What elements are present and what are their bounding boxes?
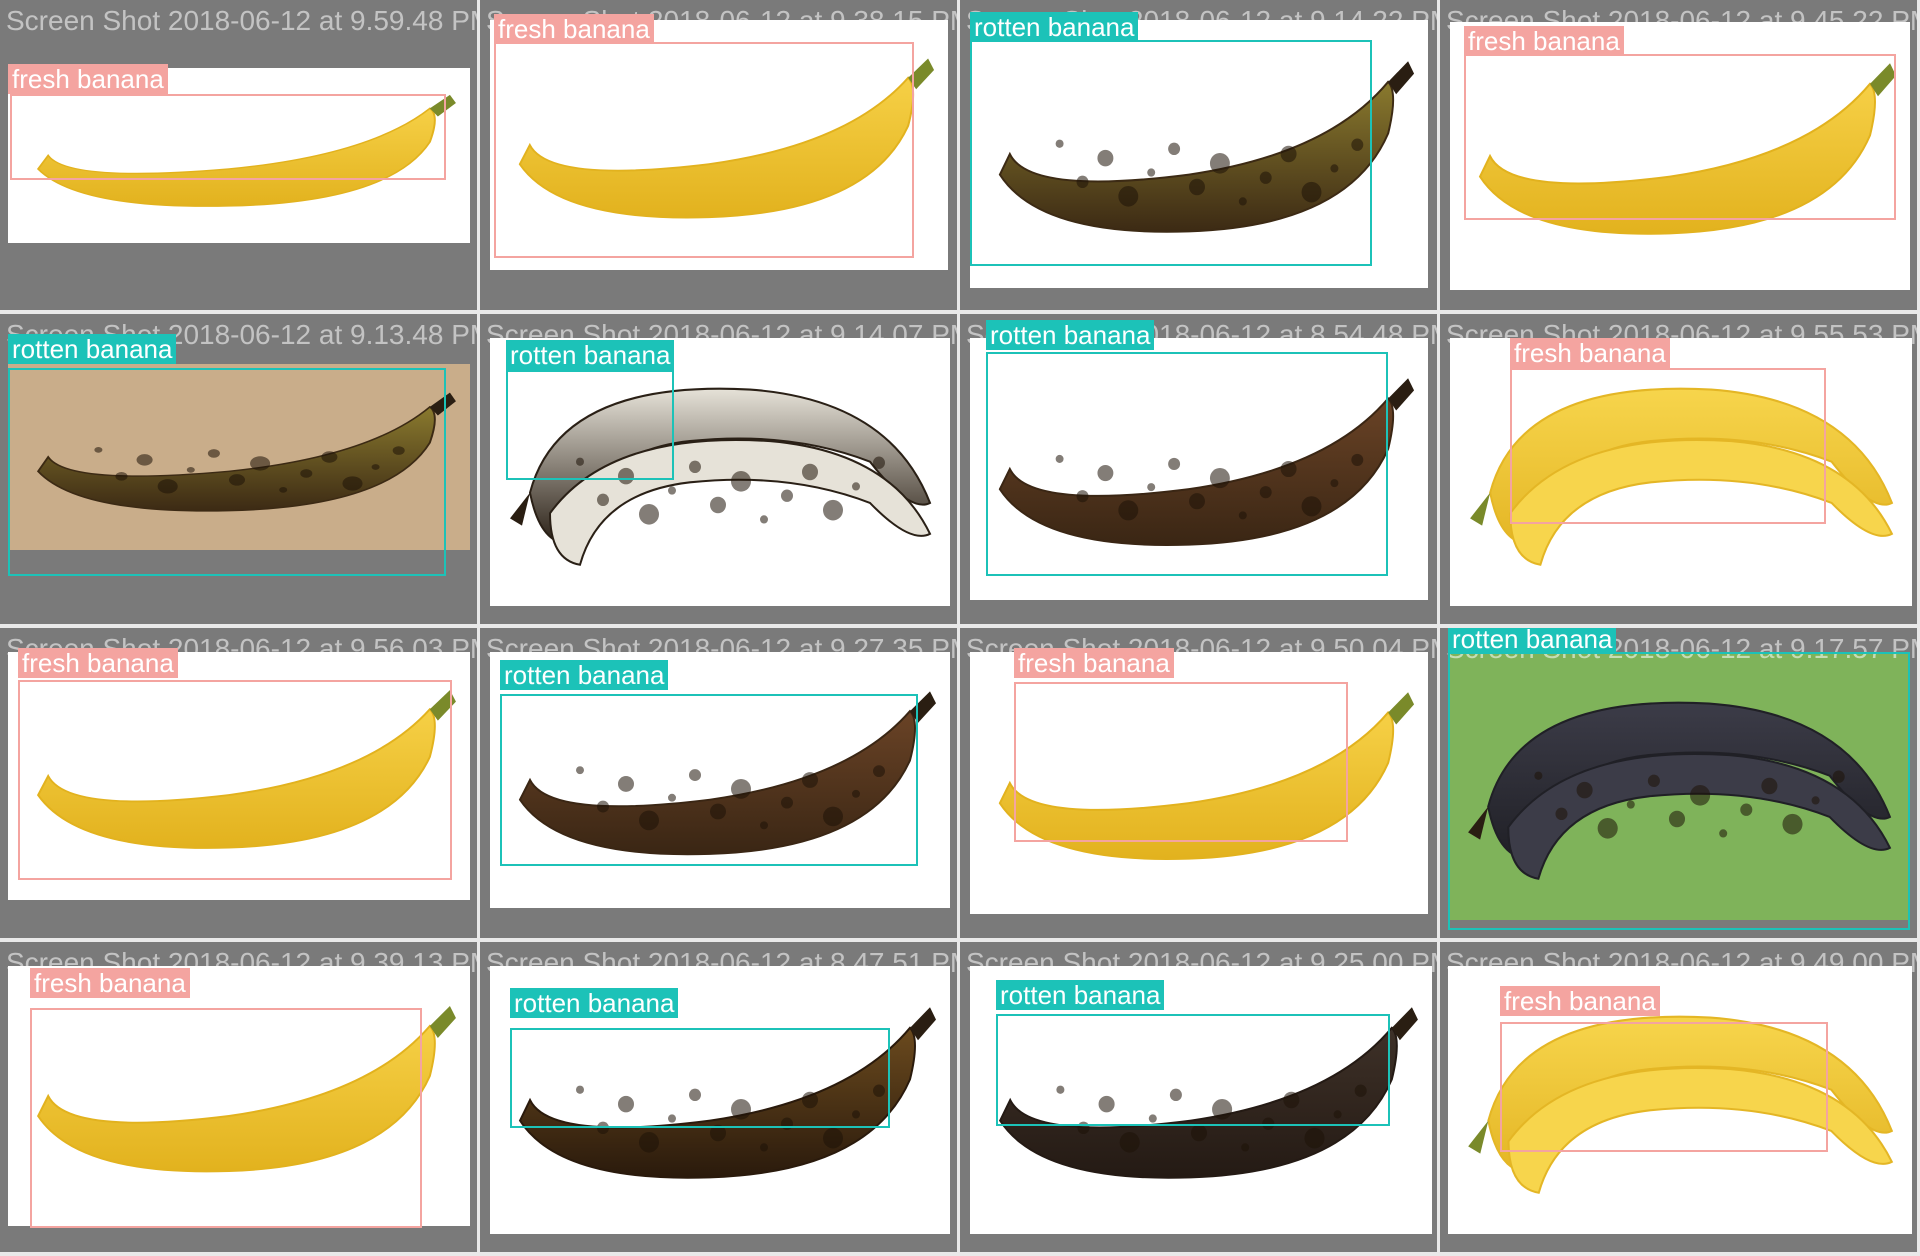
mosaic-tile: Screen Shot 2018-06-12 at 9.14.22 PM.png…: [960, 0, 1437, 310]
mosaic-tile: Screen Shot 2018-06-12 at 9.59.48 PM.png…: [0, 0, 477, 310]
mosaic-tile: Screen Shot 2018-06-12 at 9.56.03 PM.png…: [0, 628, 477, 938]
banana-spot: [781, 489, 793, 502]
detection-label: fresh banana: [1014, 648, 1174, 678]
detection-box: [1464, 54, 1896, 220]
banana-spot: [802, 463, 818, 481]
banana-spot: [760, 1143, 768, 1152]
detection-box: [996, 1014, 1390, 1126]
detection-label: fresh banana: [1464, 26, 1624, 56]
mosaic-tile: Screen Shot 2018-06-12 at 9.50.04 PM.png…: [960, 628, 1437, 938]
detection-label: rotten banana: [506, 340, 675, 370]
detection-label: fresh banana: [30, 968, 190, 998]
detection-box: [494, 42, 914, 258]
detection-box: [506, 370, 674, 480]
banana-spot: [710, 496, 726, 514]
detection-label: rotten banana: [970, 12, 1139, 42]
mosaic-tile: Screen Shot 2018-06-12 at 9.49.00 PM.png…: [1440, 942, 1917, 1252]
banana-spot: [668, 486, 676, 495]
detection-box: [30, 1008, 422, 1228]
detection-box: [1014, 682, 1348, 842]
detection-label: rotten banana: [8, 334, 177, 364]
banana-spot: [823, 499, 843, 521]
detection-box: [500, 694, 918, 866]
detection-box: [1510, 368, 1826, 524]
banana-spot: [639, 503, 659, 525]
mosaic-tile: Screen Shot 2018-06-12 at 9.17.57 PM.png…: [1440, 628, 1917, 938]
detection-box: [1448, 652, 1910, 930]
detection-box: [8, 368, 446, 576]
detection-label: fresh banana: [1500, 986, 1660, 1016]
mosaic-tile: Screen Shot 2018-06-12 at 8.54.48 PM.png…: [960, 314, 1437, 624]
banana-spot: [852, 482, 860, 491]
detection-label: rotten banana: [1448, 628, 1617, 654]
banana-stem: [510, 492, 530, 526]
mosaic-tile: Screen Shot 2018-06-12 at 9.45.22 PM.png…: [1440, 0, 1917, 310]
detection-box: [986, 352, 1388, 576]
banana-spot: [760, 515, 768, 524]
detection-label: fresh banana: [18, 648, 178, 678]
banana-spot: [689, 460, 701, 474]
detection-mosaic: Screen Shot 2018-06-12 at 9.59.48 PM.png…: [0, 0, 1920, 1256]
detection-label: fresh banana: [494, 14, 654, 44]
detection-label: rotten banana: [510, 988, 679, 1018]
mosaic-tile: Screen Shot 2018-06-12 at 9.27.35 PM.png…: [480, 628, 957, 938]
banana-stem: [1470, 492, 1491, 526]
mosaic-tile: Screen Shot 2018-06-12 at 9.38.15 PM.png…: [480, 0, 957, 310]
banana-spot: [1304, 1127, 1325, 1149]
mosaic-tile: Screen Shot 2018-06-12 at 9.39.13 PM.png…: [0, 942, 477, 1252]
mosaic-tile: Screen Shot 2018-06-12 at 8.47.51 PM.png…: [480, 942, 957, 1252]
detection-box: [18, 680, 452, 880]
mosaic-tile: Screen Shot 2018-06-12 at 9.55.53 PM.png…: [1440, 314, 1917, 624]
detection-label: fresh banana: [8, 64, 168, 94]
banana-stem: [1468, 1120, 1489, 1154]
banana-spot: [731, 470, 751, 492]
mosaic-tile: Screen Shot 2018-06-12 at 9.25.00 PM.png…: [960, 942, 1437, 1252]
detection-box: [1500, 1022, 1828, 1152]
detection-label: rotten banana: [986, 320, 1155, 350]
detection-label: fresh banana: [1510, 338, 1670, 368]
detection-label: rotten banana: [500, 660, 669, 690]
banana-spot: [597, 493, 609, 507]
detection-label: rotten banana: [996, 980, 1165, 1010]
detection-box: [510, 1028, 890, 1128]
banana-spot: [873, 456, 885, 469]
mosaic-tile: Screen Shot 2018-06-12 at 9.13.48 PM.png…: [0, 314, 477, 624]
banana-spot: [1241, 1143, 1250, 1152]
banana-spot: [639, 1131, 659, 1153]
banana-spot: [1119, 1131, 1140, 1153]
mosaic-tile: Screen Shot 2018-06-12 at 9.14.07 PM.png…: [480, 314, 957, 624]
banana-spot: [1190, 1124, 1208, 1142]
detection-box: [970, 40, 1372, 266]
detection-box: [10, 94, 446, 180]
banana-spot: [823, 1127, 843, 1149]
image-filename: Screen Shot 2018-06-12 at 9.59.48 PM.png: [6, 5, 477, 36]
